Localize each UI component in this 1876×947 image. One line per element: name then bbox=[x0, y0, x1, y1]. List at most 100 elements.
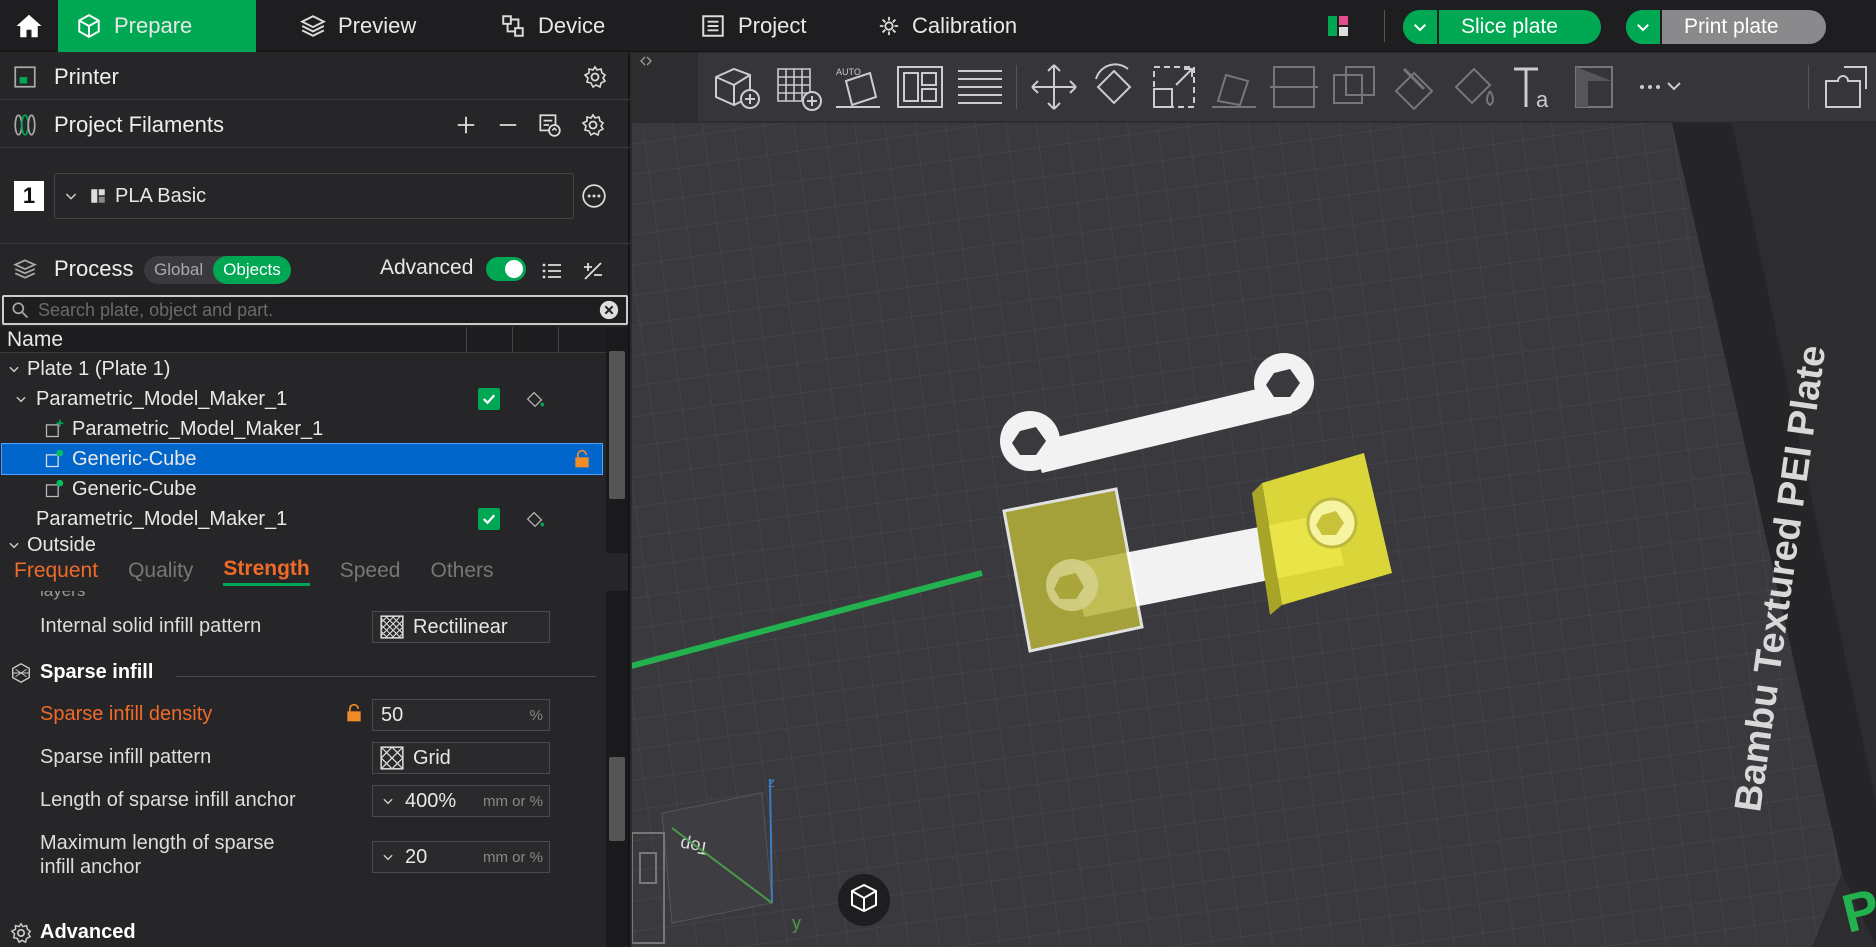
max-anchor-input[interactable]: 20 mm or % bbox=[372, 841, 550, 873]
tree-row-object[interactable]: Parametric_Model_Maker_1 bbox=[0, 504, 606, 534]
3d-viewport[interactable]: Bambu Textured PEI Plate Plate Top z y A… bbox=[632, 53, 1876, 947]
advanced-section: Advanced bbox=[10, 921, 136, 944]
more-tools-icon[interactable] bbox=[1634, 61, 1686, 113]
arrange-icon[interactable] bbox=[894, 61, 946, 113]
add-plate-icon[interactable] bbox=[772, 61, 824, 113]
tree-row-modifier[interactable]: Generic-Cube bbox=[0, 474, 606, 504]
tab-prepare[interactable]: Prepare bbox=[58, 0, 256, 52]
assembly-icon[interactable] bbox=[1820, 61, 1872, 113]
chevron-down-icon[interactable] bbox=[381, 850, 395, 864]
slice-plate-label: Slice plate bbox=[1461, 15, 1558, 38]
column-settings[interactable] bbox=[512, 327, 558, 353]
print-plate-button[interactable]: Print plate bbox=[1626, 10, 1826, 44]
toolbar-separator bbox=[1384, 10, 1385, 42]
infill-icon bbox=[12, 662, 30, 683]
cut-icon[interactable] bbox=[1268, 61, 1320, 113]
tab-project[interactable]: Project bbox=[682, 0, 824, 52]
move-icon[interactable] bbox=[1028, 61, 1080, 113]
internal-solid-pattern-select[interactable]: Rectilinear bbox=[372, 611, 550, 643]
object-toolbar: AUTO a bbox=[698, 53, 1876, 121]
filament-more-button[interactable] bbox=[580, 182, 608, 210]
tab-device[interactable]: Device bbox=[482, 0, 623, 52]
layers-split-icon[interactable] bbox=[954, 61, 1006, 113]
tab-preview[interactable]: Preview bbox=[282, 0, 434, 52]
anchor-length-input[interactable]: 400% mm or % bbox=[372, 785, 550, 817]
build-plate-scene[interactable]: Bambu Textured PEI Plate Plate Top z y bbox=[632, 53, 1876, 947]
process-scope-toggle[interactable]: Global Objects bbox=[144, 256, 291, 284]
add-filament-button[interactable] bbox=[452, 111, 480, 139]
column-name[interactable]: Name bbox=[7, 328, 63, 352]
tab-quality[interactable]: Quality bbox=[128, 559, 193, 583]
filament-select[interactable]: PLA Basic bbox=[54, 173, 574, 219]
layers-icon bbox=[300, 15, 326, 37]
tree-row-plate[interactable]: Plate 1 (Plate 1) bbox=[0, 354, 606, 384]
slice-plate-button[interactable]: Slice plate bbox=[1403, 10, 1601, 44]
slice-dropdown[interactable] bbox=[1403, 10, 1439, 44]
tree-label: Outside bbox=[27, 534, 96, 552]
remove-filament-button[interactable] bbox=[494, 111, 522, 139]
search-input[interactable] bbox=[38, 299, 578, 321]
mesh-boolean-icon[interactable] bbox=[1328, 61, 1380, 113]
filament-slot-number[interactable]: 1 bbox=[14, 181, 44, 211]
measure-icon[interactable] bbox=[1568, 61, 1620, 113]
tab-frequent[interactable]: Frequent bbox=[14, 559, 98, 583]
lock-icon[interactable] bbox=[572, 449, 592, 469]
gear-icon bbox=[10, 922, 32, 943]
object-list-scrollbar[interactable] bbox=[606, 327, 628, 553]
filament-settings-button[interactable] bbox=[579, 111, 607, 139]
paint-bucket-icon[interactable] bbox=[524, 508, 546, 530]
home-button[interactable] bbox=[0, 0, 58, 52]
rotate-icon[interactable] bbox=[1088, 61, 1140, 113]
print-plate-label: Print plate bbox=[1684, 15, 1779, 38]
process-list-button[interactable] bbox=[538, 257, 566, 285]
anchor-length-unit: mm or % bbox=[483, 792, 543, 810]
advanced-section-title: Advanced bbox=[40, 921, 136, 943]
tree-row-outside[interactable]: Outside bbox=[0, 534, 606, 552]
seg-global[interactable]: Global bbox=[144, 260, 213, 280]
chevron-down-icon[interactable] bbox=[381, 794, 395, 808]
process-compare-button[interactable] bbox=[579, 257, 607, 285]
clear-search-icon[interactable] bbox=[598, 299, 620, 321]
column-extra[interactable] bbox=[558, 327, 604, 353]
tree-row-modifier-selected[interactable]: Generic-Cube bbox=[1, 443, 603, 475]
collapse-sidebar-icon[interactable] bbox=[640, 55, 652, 67]
seg-objects[interactable]: Objects bbox=[213, 256, 291, 284]
unlock-icon[interactable] bbox=[344, 703, 364, 723]
add-cube-icon[interactable] bbox=[710, 61, 762, 113]
tab-others[interactable]: Others bbox=[430, 559, 493, 583]
scale-icon[interactable] bbox=[1148, 61, 1200, 113]
scrollbar-thumb[interactable] bbox=[609, 757, 625, 841]
tab-speed[interactable]: Speed bbox=[340, 559, 401, 583]
sparse-pattern-select[interactable]: Grid bbox=[372, 742, 550, 774]
object-search[interactable] bbox=[2, 295, 628, 325]
printer-header[interactable]: Printer bbox=[0, 61, 630, 93]
sidebar: Printer Project Filaments 1 PLA Basic Pr… bbox=[0, 53, 630, 947]
sparse-density-input[interactable]: 50 % bbox=[372, 699, 550, 731]
column-visible[interactable] bbox=[466, 327, 512, 353]
advanced-toggle[interactable] bbox=[486, 257, 526, 281]
print-dropdown[interactable] bbox=[1626, 10, 1662, 44]
calibration-icon bbox=[879, 16, 899, 36]
tab-strength[interactable]: Strength bbox=[223, 557, 310, 586]
list-icon bbox=[542, 263, 561, 279]
svg-text:a: a bbox=[1536, 87, 1549, 112]
tree-row-object[interactable]: Parametric_Model_Maker_1 bbox=[0, 384, 606, 414]
minus-icon bbox=[499, 124, 517, 126]
tree-row-part[interactable]: Parametric_Model_Maker_1 bbox=[0, 414, 606, 444]
settings-scrollbar[interactable] bbox=[606, 591, 628, 947]
paint-bucket-icon[interactable] bbox=[524, 388, 546, 410]
visibility-checkbox[interactable] bbox=[478, 508, 500, 530]
layout-icon[interactable] bbox=[1326, 14, 1350, 38]
color-paint-icon[interactable] bbox=[1448, 61, 1500, 113]
visibility-checkbox[interactable] bbox=[478, 388, 500, 410]
printer-settings-button[interactable] bbox=[581, 63, 609, 91]
support-paint-icon[interactable] bbox=[1388, 61, 1440, 113]
gear-icon bbox=[581, 113, 605, 137]
lay-on-face-icon[interactable] bbox=[1208, 61, 1260, 113]
auto-orient-icon[interactable]: AUTO bbox=[832, 61, 884, 113]
sync-filament-button[interactable] bbox=[535, 111, 563, 139]
scrollbar-thumb[interactable] bbox=[609, 351, 625, 499]
text-emboss-icon[interactable]: a bbox=[1508, 61, 1560, 113]
tab-calibration[interactable]: Calibration bbox=[860, 0, 1035, 52]
fit-view-button[interactable] bbox=[838, 874, 890, 926]
